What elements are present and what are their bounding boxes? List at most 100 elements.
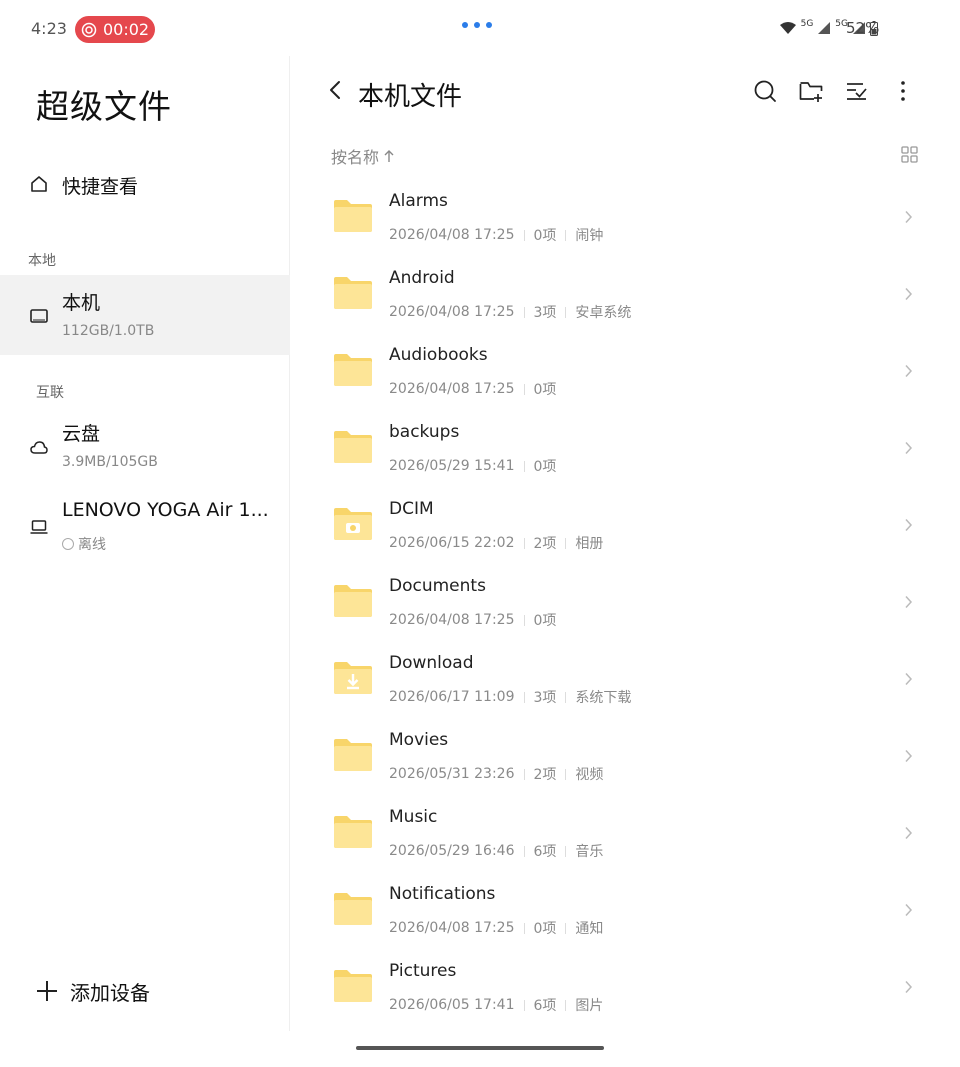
file-date: 2026/06/17 11:09 — [389, 689, 515, 705]
folder-icon — [334, 354, 372, 386]
file-tag: 图片 — [575, 998, 604, 1014]
file-name: DCIM — [389, 499, 434, 519]
meta-divider — [523, 768, 525, 780]
folder-icon — [334, 200, 372, 232]
file-row[interactable]: Download 2026/06/17 11:09 3项 系统下载 — [290, 640, 960, 717]
file-tag: 安卓系统 — [575, 305, 632, 321]
meta-divider — [523, 691, 525, 703]
file-name: Documents — [389, 576, 486, 596]
camera-folder-icon — [334, 508, 372, 540]
file-row[interactable]: Notifications 2026/04/08 17:25 0项 通知 — [290, 871, 960, 948]
device-name: 本机 — [62, 292, 101, 314]
chevron-right-icon — [905, 210, 913, 224]
new-folder-icon[interactable] — [798, 78, 824, 104]
file-meta: 2026/06/15 22:02 2项 相册 — [389, 533, 603, 553]
meta-divider — [565, 691, 567, 703]
battery-level: 52% — [846, 19, 880, 37]
file-tag: 音乐 — [575, 844, 604, 860]
recording-timer: 00:02 — [103, 20, 150, 39]
meta-divider — [565, 845, 567, 857]
file-date: 2026/04/08 17:25 — [389, 304, 515, 320]
chevron-right-icon — [905, 749, 913, 763]
grid-view-icon[interactable] — [901, 146, 918, 163]
file-meta: 2026/04/08 17:25 0项 — [389, 379, 556, 399]
file-date: 2026/04/08 17:25 — [389, 227, 515, 243]
signal-icon — [818, 22, 831, 34]
file-date: 2026/06/05 17:41 — [389, 997, 515, 1013]
file-name: Pictures — [389, 961, 457, 981]
meta-divider — [565, 537, 567, 549]
sidebar-item-laptop[interactable]: LENOVO YOGA Air 1... 离线 — [0, 486, 290, 566]
sidebar-item-cloud[interactable]: 云盘 3.9MB/105GB — [0, 406, 290, 486]
sort-bar: 按名称 — [290, 138, 960, 170]
cloud-icon — [30, 441, 48, 454]
sidebar: 超级文件 快捷查看 本地 本机 112GB/1.0TB 互联 云盘 3.9MB/… — [0, 56, 290, 1031]
sidebar-item-this-device[interactable]: 本机 112GB/1.0TB — [0, 275, 290, 355]
chevron-right-icon — [905, 287, 913, 301]
sort-by-name-button[interactable]: 按名称 — [331, 144, 395, 168]
meta-divider — [565, 306, 567, 318]
file-row[interactable]: Audiobooks 2026/04/08 17:25 0项 — [290, 332, 960, 409]
multitask-dots[interactable] — [462, 22, 492, 28]
file-count: 6项 — [533, 998, 557, 1014]
search-icon[interactable] — [752, 78, 778, 104]
file-date: 2026/05/29 15:41 — [389, 458, 515, 474]
file-count: 3项 — [533, 690, 557, 706]
file-meta: 2026/06/05 17:41 6项 图片 — [389, 995, 603, 1015]
status-time: 4:23 — [31, 19, 67, 38]
file-row[interactable]: Alarms 2026/04/08 17:25 0项 闹钟 — [290, 178, 960, 255]
offline-dot-icon — [62, 538, 74, 550]
file-meta: 2026/05/31 23:26 2项 视频 — [389, 764, 603, 784]
file-count: 0项 — [533, 613, 557, 629]
arrow-up-icon — [384, 150, 394, 162]
file-meta: 2026/04/08 17:25 0项 闹钟 — [389, 225, 603, 245]
more-options-icon[interactable] — [890, 78, 916, 104]
back-arrow-icon[interactable] — [328, 80, 342, 100]
wifi-icon — [779, 22, 796, 34]
meta-divider — [565, 922, 567, 934]
device-name: LENOVO YOGA Air 1... — [62, 499, 269, 521]
file-tag: 视频 — [575, 767, 604, 783]
file-date: 2026/04/08 17:25 — [389, 920, 515, 936]
folder-icon — [334, 739, 372, 771]
file-list: Alarms 2026/04/08 17:25 0项 闹钟 Android 2026/04… — [290, 178, 960, 1025]
file-meta: 2026/04/08 17:25 0项 通知 — [389, 918, 603, 938]
sidebar-item-quick-view[interactable]: 快捷查看 — [0, 164, 290, 204]
chevron-right-icon — [905, 441, 913, 455]
file-name: Android — [389, 268, 455, 288]
folder-icon — [334, 893, 372, 925]
signal-label-1: 5G — [800, 19, 814, 29]
file-row[interactable]: Android 2026/04/08 17:25 3项 安卓系统 — [290, 255, 960, 332]
file-row[interactable]: Music 2026/05/29 16:46 6项 音乐 — [290, 794, 960, 871]
file-row[interactable]: Documents 2026/04/08 17:25 0项 — [290, 563, 960, 640]
sort-label: 按名称 — [331, 148, 380, 167]
device-storage: 112GB/1.0TB — [62, 323, 155, 339]
file-meta: 2026/05/29 16:46 6项 音乐 — [389, 841, 603, 861]
file-date: 2026/05/31 23:26 — [389, 766, 515, 782]
record-icon — [81, 22, 97, 37]
download-folder-icon — [334, 662, 372, 694]
multi-select-icon[interactable] — [844, 78, 870, 104]
file-name: Download — [389, 653, 474, 673]
file-count: 3项 — [533, 305, 557, 321]
device-name: 云盘 — [62, 423, 101, 445]
file-row[interactable]: Pictures 2026/06/05 17:41 6项 图片 — [290, 948, 960, 1025]
file-row[interactable]: DCIM 2026/06/15 22:02 2项 相册 — [290, 486, 960, 563]
file-meta: 2026/04/08 17:25 3项 安卓系统 — [389, 302, 631, 322]
file-name: Audiobooks — [389, 345, 488, 365]
chevron-right-icon — [905, 826, 913, 840]
section-label-local: 本地 — [28, 253, 56, 269]
tablet-icon — [30, 309, 48, 323]
meta-divider — [523, 845, 525, 857]
screen-recording-badge[interactable]: 00:02 — [75, 16, 155, 43]
add-device-button[interactable]: 添加设备 — [36, 974, 150, 1008]
page-title: 本机文件 — [358, 82, 463, 112]
sidebar-item-label: 快捷查看 — [62, 176, 139, 198]
file-date: 2026/05/29 16:46 — [389, 843, 515, 859]
file-count: 0项 — [533, 921, 557, 937]
home-indicator[interactable] — [356, 1046, 604, 1050]
file-row[interactable]: backups 2026/05/29 15:41 0项 — [290, 409, 960, 486]
chevron-right-icon — [905, 903, 913, 917]
file-row[interactable]: Movies 2026/05/31 23:26 2项 视频 — [290, 717, 960, 794]
file-tag: 系统下载 — [575, 690, 632, 706]
